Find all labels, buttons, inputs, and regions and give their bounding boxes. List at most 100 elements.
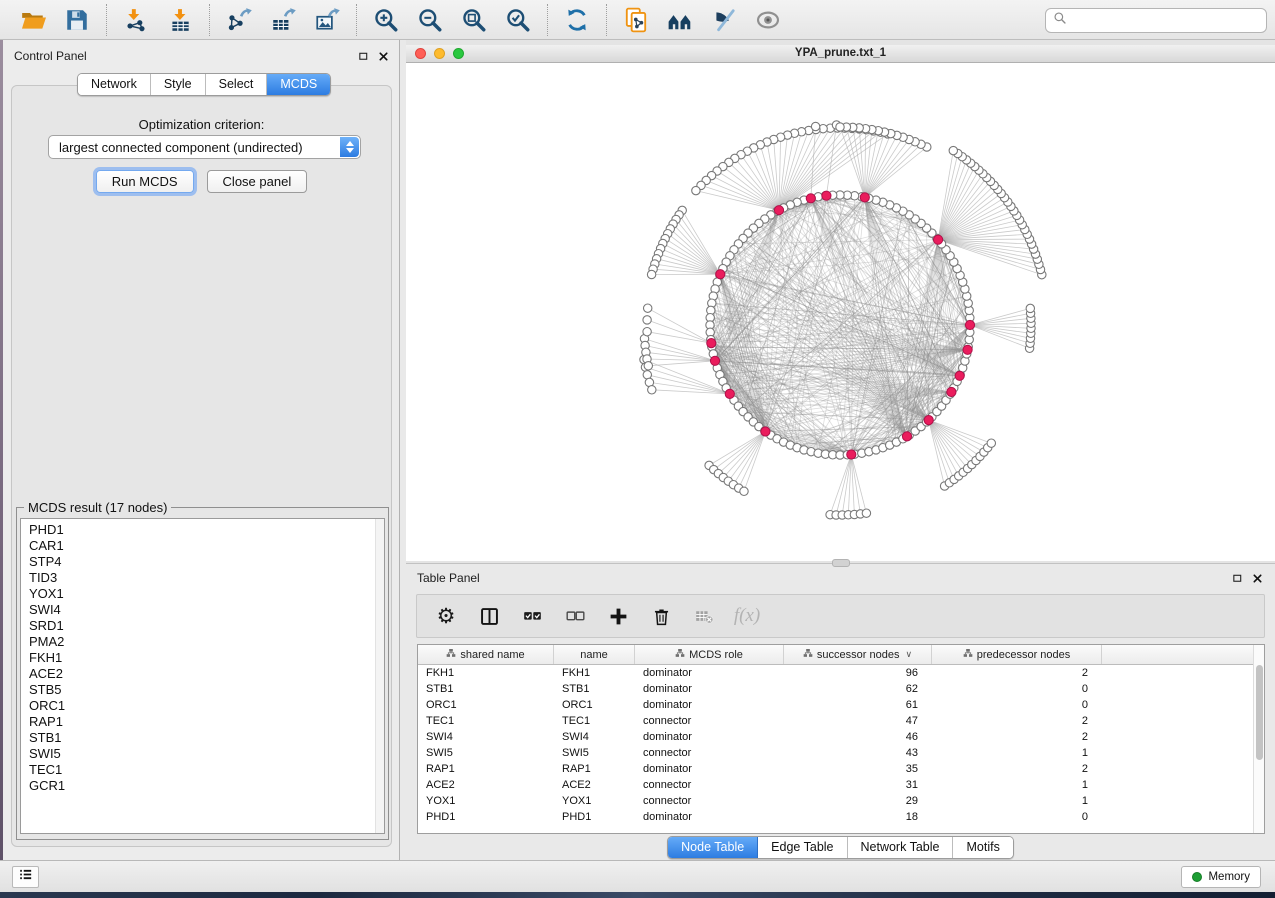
column-header-shared-name[interactable]: shared name [418,645,554,664]
new-network-from-selection-icon[interactable] [622,6,650,34]
mcds-result-item[interactable]: GCR1 [21,778,384,794]
table-cell: YOX1 [418,793,554,809]
export-network-icon[interactable] [225,6,253,34]
table-row[interactable]: RAP1RAP1dominator352 [418,761,1264,777]
mcds-result-item[interactable]: PHD1 [21,519,384,538]
mcds-result-item[interactable]: RAP1 [21,714,384,730]
add-icon[interactable] [606,604,630,628]
table-cell: STB1 [554,681,635,697]
mcds-result-item[interactable]: TID3 [21,570,384,586]
table-cell: connector [635,793,784,809]
close-panel-button[interactable]: Close panel [207,170,308,193]
table-row[interactable]: YOX1YOX1connector291 [418,793,1264,809]
tab-select[interactable]: Select [206,74,268,95]
show-all-icon[interactable] [754,6,782,34]
export-table-icon[interactable] [269,6,297,34]
table-panel: Table Panel ⚙f(x) shared namenameMCDS ro… [406,563,1275,860]
table-panel-float-icon[interactable] [1232,571,1243,589]
mcds-result-item[interactable]: ACE2 [21,666,384,682]
table-scrollbar-thumb[interactable] [1256,665,1263,760]
table-cell: 0 [932,697,1102,713]
table-row[interactable]: SWI4SWI4dominator462 [418,729,1264,745]
hide-selected-icon[interactable] [710,6,738,34]
search-input[interactable] [1072,13,1259,29]
search-box[interactable] [1045,8,1267,33]
control-panel: Control Panel Optimization criterion: la… [3,40,400,860]
tab-style[interactable]: Style [151,74,206,95]
network-canvas[interactable] [406,63,1275,561]
control-panel-float-icon[interactable] [358,49,369,67]
delete-icon[interactable] [649,604,673,628]
import-table-icon[interactable] [166,6,194,34]
save-session-icon[interactable] [63,6,91,34]
import-network-icon[interactable] [122,6,150,34]
settings-icon[interactable]: ⚙ [434,604,458,628]
zoom-in-icon[interactable] [372,6,400,34]
refresh-icon[interactable] [563,6,591,34]
column-header-MCDS-role[interactable]: MCDS role [635,645,784,664]
table-row[interactable]: ACE2ACE2connector311 [418,777,1264,793]
mcds-result-item[interactable]: SWI5 [21,746,384,762]
table-row[interactable]: STB1STB1dominator620 [418,681,1264,697]
tab-mcds[interactable]: MCDS [267,74,330,95]
panel-splitter-grip[interactable] [832,559,850,567]
open-session-icon[interactable] [19,6,47,34]
tab-motifs[interactable]: Motifs [953,837,1012,858]
first-neighbors-icon[interactable] [666,6,694,34]
tab-network[interactable]: Network [78,74,151,95]
table-cell: connector [635,713,784,729]
mcds-result-item[interactable]: CAR1 [21,538,384,554]
table-row[interactable]: ORC1ORC1dominator610 [418,697,1264,713]
run-mcds-button[interactable]: Run MCDS [96,170,194,193]
table-cell: ACE2 [418,777,554,793]
table-cell: dominator [635,761,784,777]
column-header-filler [1102,645,1264,664]
column-header-successor-nodes[interactable]: successor nodes∨ [784,645,932,664]
select-all-icon[interactable] [520,604,544,628]
optimization-criterion-select[interactable]: largest connected component (undirected) [48,135,361,159]
tab-network-table[interactable]: Network Table [848,837,954,858]
column-header-name[interactable]: name [554,645,635,664]
mcds-result-item[interactable]: SWI4 [21,602,384,618]
table-row[interactable]: SWI5SWI5connector431 [418,745,1264,761]
network-window-titlebar[interactable]: YPA_prune.txt_1 [406,45,1275,63]
export-image-icon[interactable] [313,6,341,34]
network-graph[interactable] [406,63,1275,561]
table-cell: ORC1 [418,697,554,713]
select-stepper-icon [340,137,359,157]
mcds-result-item[interactable]: STB5 [21,682,384,698]
mcds-result-item[interactable]: STP4 [21,554,384,570]
mcds-result-item[interactable]: SRD1 [21,618,384,634]
search-icon [1053,11,1067,30]
table-panel-close-icon[interactable] [1252,571,1263,589]
table-scrollbar[interactable] [1253,645,1264,833]
column-header-predecessor-nodes[interactable]: predecessor nodes [932,645,1102,664]
control-panel-close-icon[interactable] [378,49,389,67]
tab-edge-table[interactable]: Edge Table [758,837,847,858]
column-chooser-icon[interactable] [477,604,501,628]
mcds-list-scrollbar[interactable] [375,519,384,833]
table-row[interactable]: PHD1PHD1dominator180 [418,809,1264,825]
control-panel-tabs: NetworkStyleSelectMCDS [77,73,331,96]
mcds-result-item[interactable]: PMA2 [21,634,384,650]
table-cell: YOX1 [554,793,635,809]
table-cell: 96 [784,665,932,681]
zoom-out-icon[interactable] [416,6,444,34]
panel-menu-button[interactable] [12,866,39,888]
table-cell: 47 [784,713,932,729]
table-row[interactable]: TEC1TEC1connector472 [418,713,1264,729]
mcds-result-item[interactable]: ORC1 [21,698,384,714]
mcds-result-item[interactable]: TEC1 [21,762,384,778]
mcds-result-item[interactable]: YOX1 [21,586,384,602]
memory-button[interactable]: Memory [1181,866,1261,888]
mcds-result-item[interactable]: STB1 [21,730,384,746]
table-tabs-row: Node TableEdge TableNetwork TableMotifs [406,836,1275,859]
zoom-fit-icon[interactable] [460,6,488,34]
mcds-result-item[interactable]: FKH1 [21,650,384,666]
node-table[interactable]: shared namenameMCDS rolesuccessor nodes∨… [417,644,1265,834]
zoom-selected-icon[interactable] [504,6,532,34]
deselect-all-icon[interactable] [563,604,587,628]
mcds-result-list[interactable]: PHD1CAR1STP4TID3YOX1SWI4SRD1PMA2FKH1ACE2… [20,518,385,834]
table-row[interactable]: FKH1FKH1dominator962 [418,665,1264,681]
tab-node-table[interactable]: Node Table [668,837,758,858]
